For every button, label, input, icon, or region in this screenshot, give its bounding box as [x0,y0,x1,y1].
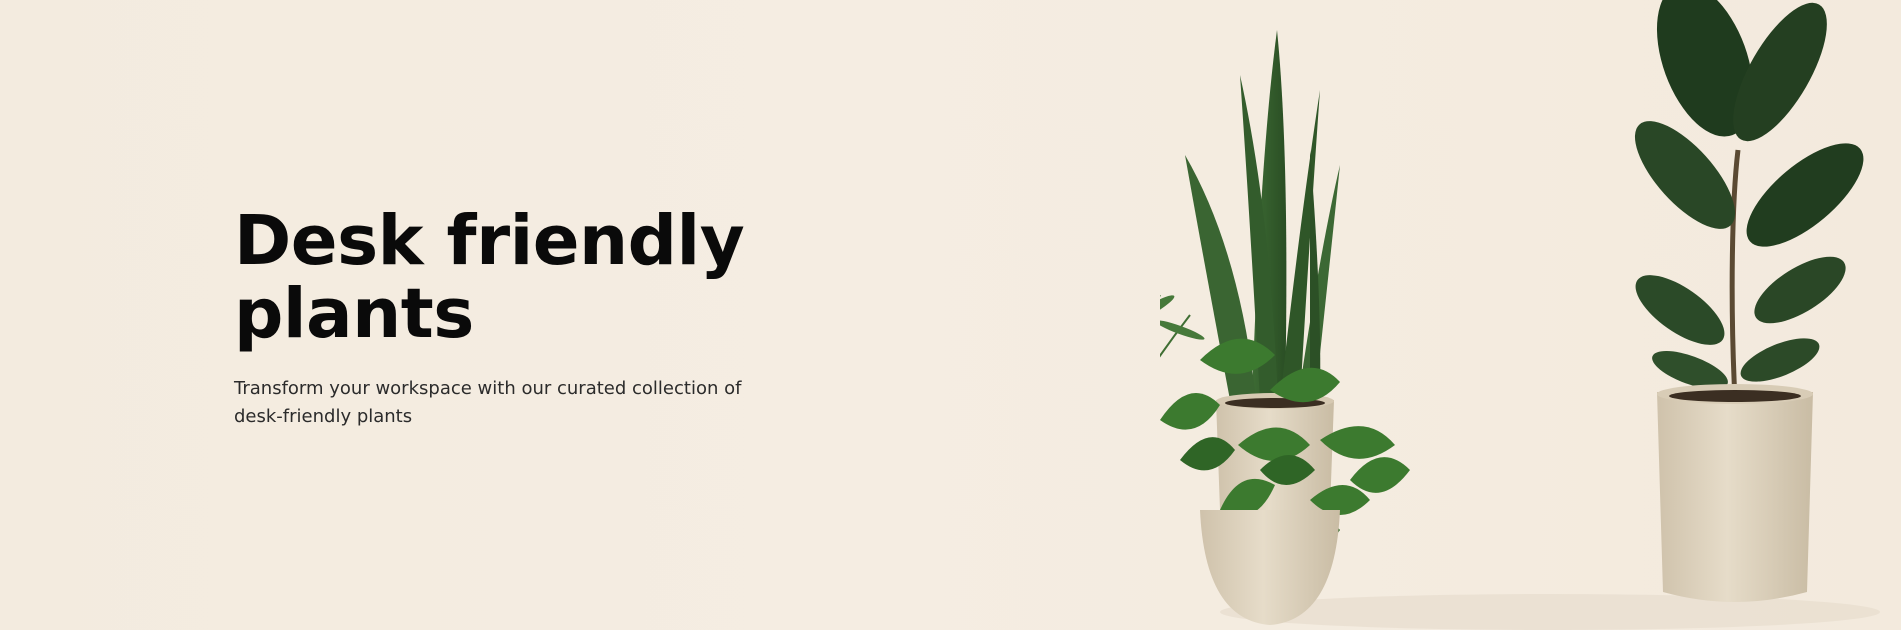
hero-banner: Desk friendly plants Transform your work… [0,0,1901,630]
pothos-plant [1160,338,1410,625]
hero-subtitle: Transform your workspace with our curate… [234,378,742,427]
rubber-plant [1634,0,1864,602]
plants-illustration [1160,0,1880,630]
hero-title: Desk friendly plants [234,201,745,354]
hero-text: Desk friendly plants Transform your work… [234,205,794,431]
